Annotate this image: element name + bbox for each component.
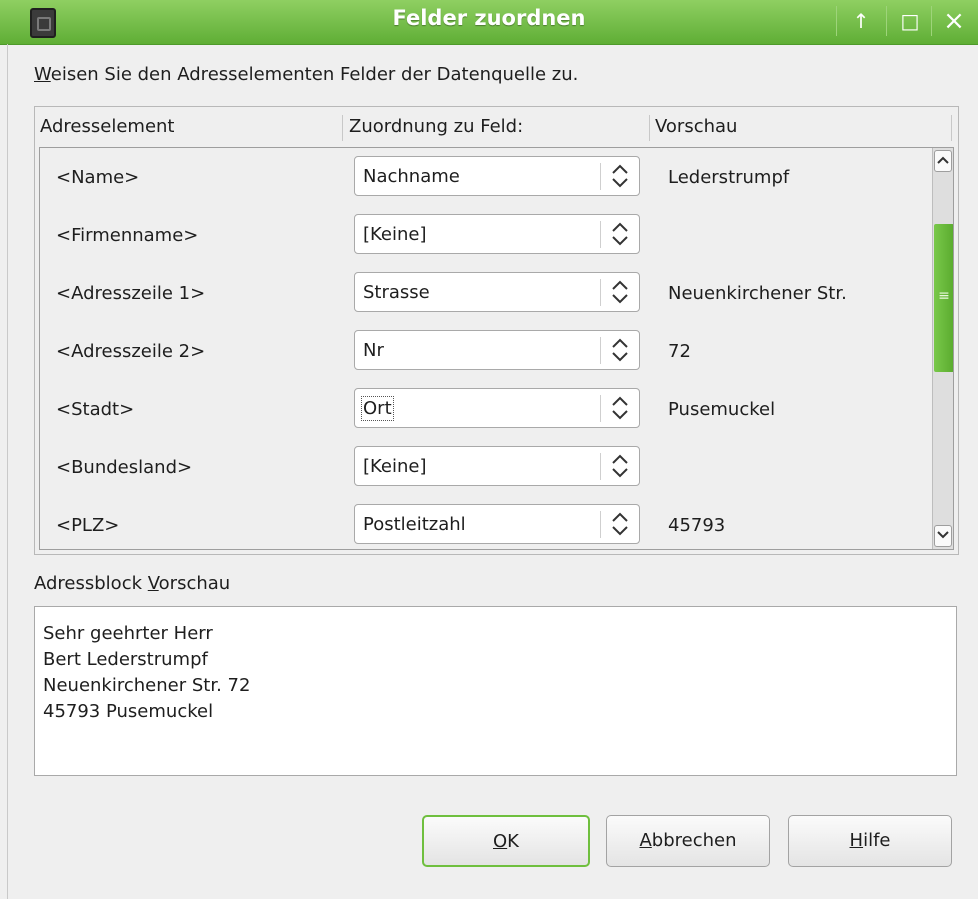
field-select-value: Strasse: [363, 282, 430, 303]
up-down-arrows-icon: [612, 454, 628, 478]
preview-value: 72: [668, 341, 691, 362]
help-mnemonic: H: [849, 830, 864, 851]
up-down-arrows-icon: [612, 280, 628, 304]
column-header-preview[interactable]: Vorschau: [655, 107, 737, 147]
mapping-row: <Name> Nachname Lederstrumpf: [40, 149, 930, 207]
window-border: [7, 44, 8, 899]
combo-separator: [600, 279, 601, 306]
ok-mnemonic: O: [493, 831, 508, 852]
address-element-label: <Firmenname>: [56, 225, 199, 246]
up-down-arrows-icon: [612, 222, 628, 246]
field-select[interactable]: Ort: [354, 388, 640, 428]
column-header-mapping[interactable]: Zuordnung zu Feld:: [349, 107, 523, 147]
header-separator: [649, 115, 650, 141]
titlebar-separator: [886, 6, 887, 36]
window-title: Felder zuordnen: [392, 6, 586, 30]
preview-value: Pusemuckel: [668, 399, 776, 420]
field-select[interactable]: Postleitzahl: [354, 504, 640, 544]
preview-label-start: Adressblock: [34, 573, 148, 594]
mapping-list[interactable]: <Name> Nachname Lederstrumpf <Firmenname…: [39, 147, 954, 550]
preview-line: Bert Lederstrumpf: [43, 649, 208, 670]
instruction-mnemonic: W: [34, 64, 51, 85]
keep-above-icon[interactable]: ↑: [845, 6, 877, 36]
grip-icon: ≡: [938, 288, 950, 304]
combo-separator: [600, 395, 601, 422]
preview-label-mnemonic: V: [147, 573, 159, 594]
field-select-value: [Keine]: [363, 456, 427, 477]
combo-separator: [600, 163, 601, 190]
address-element-label: <Adresszeile 1>: [56, 283, 206, 304]
field-select[interactable]: [Keine]: [354, 446, 640, 486]
address-element-label: <PLZ>: [56, 515, 120, 536]
mapping-row: <Firmenname> [Keine]: [40, 207, 930, 265]
field-select[interactable]: Nr: [354, 330, 640, 370]
instruction-text: Weisen Sie den Adresselementen Felder de…: [34, 64, 578, 85]
cancel-button[interactable]: Abbrechen: [606, 815, 770, 867]
up-down-arrows-icon: [612, 512, 628, 536]
field-select-value: Nr: [363, 340, 384, 361]
column-header-element[interactable]: Adresselement: [40, 107, 174, 147]
up-down-arrows-icon: [612, 396, 628, 420]
titlebar-separator: [931, 6, 932, 36]
ok-label-rest: K: [507, 831, 519, 852]
address-element-label: <Bundesland>: [56, 457, 193, 478]
mapping-row: <PLZ> Postleitzahl 45793: [40, 497, 930, 549]
cancel-mnemonic: A: [639, 830, 652, 851]
combo-separator: [600, 511, 601, 538]
combo-separator: [600, 453, 601, 480]
field-select-value: [Keine]: [363, 224, 427, 245]
mapping-row: <Adresszeile 2> Nr 72: [40, 323, 930, 381]
combo-separator: [600, 337, 601, 364]
field-mapping-table: Adresselement Zuordnung zu Feld: Vorscha…: [34, 106, 959, 555]
header-separator: [342, 115, 343, 141]
field-select[interactable]: Nachname: [354, 156, 640, 196]
maximize-icon[interactable]: □: [894, 6, 926, 36]
preview-line: Neuenkirchener Str. 72: [43, 675, 251, 696]
up-down-arrows-icon: [612, 164, 628, 188]
mapping-row: <Bundesland> [Keine]: [40, 439, 930, 497]
close-icon[interactable]: ×: [938, 6, 970, 36]
mapping-row: <Adresszeile 1> Strasse Neuenkirchener S…: [40, 265, 930, 323]
ok-button[interactable]: OK: [422, 815, 590, 867]
preview-line: Sehr geehrter Herr: [43, 623, 213, 644]
address-block-preview: Sehr geehrter Herr Bert Lederstrumpf Neu…: [34, 606, 957, 776]
preview-value: 45793: [668, 515, 726, 536]
preview-value: Neuenkirchener Str.: [668, 283, 847, 304]
instruction-rest: eisen Sie den Adresselementen Felder der…: [50, 64, 579, 85]
field-select-value: Nachname: [363, 166, 460, 187]
vertical-scrollbar[interactable]: ≡: [932, 148, 953, 549]
up-down-arrows-icon: [612, 338, 628, 362]
field-select-value: Ort: [361, 396, 394, 421]
field-select[interactable]: Strasse: [354, 272, 640, 312]
scroll-up-button[interactable]: [934, 150, 952, 172]
field-select-value: Postleitzahl: [363, 514, 466, 535]
cancel-label-rest: bbrechen: [651, 830, 737, 851]
chevron-down-icon: [937, 531, 949, 539]
preview-line: 45793 Pusemuckel: [43, 701, 214, 722]
preview-value: Lederstrumpf: [668, 167, 790, 188]
address-element-label: <Stadt>: [56, 399, 135, 420]
address-block-preview-label: Adressblock Vorschau: [34, 573, 230, 594]
help-button[interactable]: Hilfe: [788, 815, 952, 867]
scroll-down-button[interactable]: [934, 525, 952, 547]
header-separator: [951, 115, 952, 141]
address-element-label: <Name>: [56, 167, 140, 188]
mapping-row: <Stadt> Ort Pusemuckel: [40, 381, 930, 439]
field-select[interactable]: [Keine]: [354, 214, 640, 254]
combo-separator: [600, 221, 601, 248]
scrollbar-thumb[interactable]: ≡: [934, 224, 953, 372]
titlebar-separator: [836, 6, 837, 36]
help-label-rest: ilfe: [863, 830, 891, 851]
chevron-up-icon: [937, 156, 949, 164]
address-element-label: <Adresszeile 2>: [56, 341, 206, 362]
title-bar[interactable]: Felder zuordnen ↑ □ ×: [0, 0, 978, 45]
preview-label-end: orschau: [158, 573, 231, 594]
